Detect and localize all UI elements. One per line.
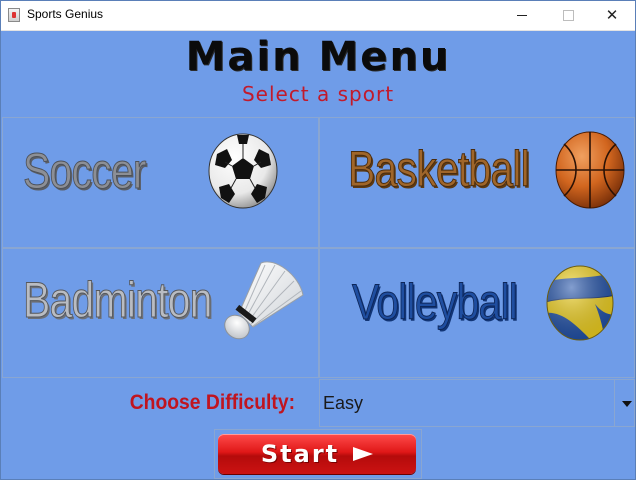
basketball-icon <box>555 131 625 209</box>
maximize-button[interactable] <box>545 1 591 30</box>
sport-button-badminton[interactable]: Badminton <box>2 248 319 378</box>
minimize-icon <box>517 15 527 16</box>
sport-button-volleyball[interactable]: Volleyball <box>319 248 635 378</box>
sport-button-basketball[interactable]: Basketball <box>319 117 635 248</box>
start-button[interactable]: Start <box>218 434 416 474</box>
minimize-button[interactable] <box>499 1 545 30</box>
close-icon: ✕ <box>605 6 619 24</box>
sport-button-soccer[interactable]: Soccer <box>2 117 319 248</box>
page-subtitle: Select a sport <box>241 82 395 106</box>
chevron-down-icon[interactable] <box>622 401 632 407</box>
page-title: Main Menu <box>185 34 451 80</box>
start-button-frame: Start <box>214 429 422 479</box>
sport-label-volleyball: Volleyball <box>352 274 519 331</box>
sport-label-soccer: Soccer <box>23 143 147 200</box>
close-button[interactable]: ✕ <box>589 1 635 30</box>
difficulty-label: Choose Difficulty: <box>129 391 295 414</box>
java-cup-icon <box>8 8 20 22</box>
maximize-icon <box>562 10 574 21</box>
difficulty-selected-value: Easy <box>323 393 364 413</box>
difficulty-dropdown[interactable]: Easy <box>319 379 635 427</box>
sport-label-badminton: Badminton <box>23 272 213 329</box>
start-button-label: Start <box>260 440 340 468</box>
dropdown-divider <box>614 380 615 426</box>
soccer-ball-icon <box>208 133 278 209</box>
play-arrow-icon <box>353 447 374 461</box>
sport-grid: Soccer Basketball Badminton Volleyball <box>2 117 635 378</box>
sport-label-basketball: Basketball <box>348 141 531 198</box>
app-window: Sports Genius ✕ Main Menu Select a sport… <box>0 0 636 480</box>
window-title: Sports Genius <box>27 7 104 21</box>
title-bar[interactable]: Sports Genius ✕ <box>1 1 635 31</box>
volleyball-icon <box>546 265 614 341</box>
shuttlecock-icon <box>224 261 304 340</box>
